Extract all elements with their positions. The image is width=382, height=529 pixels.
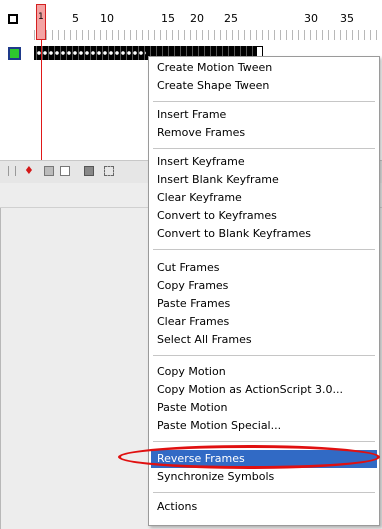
menu-copy-motion[interactable]: Copy Motion <box>157 363 375 381</box>
outline-square-icon[interactable] <box>8 14 18 24</box>
ruler-ticks <box>34 30 382 40</box>
menu-separator <box>153 492 375 493</box>
edit-multiple-frames-icon[interactable] <box>84 166 94 176</box>
menu-create-shape-tween[interactable]: Create Shape Tween <box>157 77 375 95</box>
menu-create-motion-tween[interactable]: Create Motion Tween <box>157 59 375 77</box>
annotation-ellipse <box>118 445 380 469</box>
timeline-ruler[interactable]: 1 5 10 15 20 25 30 35 <box>0 0 382 44</box>
menu-separator <box>153 249 375 250</box>
menu-convert-to-keyframes[interactable]: Convert to Keyframes <box>157 207 375 225</box>
menu-copy-frames[interactable]: Copy Frames <box>157 277 375 295</box>
menu-cut-frames[interactable]: Cut Frames <box>157 259 375 277</box>
playhead[interactable] <box>36 4 46 40</box>
ruler-label-25: 25 <box>224 12 238 25</box>
keyframe-dots <box>36 50 146 56</box>
onion-skin-outlines-icon[interactable] <box>60 166 70 176</box>
menu-insert-blank-keyframe[interactable]: Insert Blank Keyframe <box>157 171 375 189</box>
ruler-label-10: 10 <box>100 12 114 25</box>
grip-icon[interactable] <box>8 166 16 176</box>
menu-paste-frames[interactable]: Paste Frames <box>157 295 375 313</box>
menu-actions[interactable]: Actions <box>157 498 375 516</box>
menu-convert-to-blank-keyframes[interactable]: Convert to Blank Keyframes <box>157 225 375 243</box>
ruler-label-30: 30 <box>304 12 318 25</box>
menu-remove-frames[interactable]: Remove Frames <box>157 124 375 142</box>
menu-insert-keyframe[interactable]: Insert Keyframe <box>157 153 375 171</box>
menu-synchronize-symbols[interactable]: Synchronize Symbols <box>157 468 375 486</box>
menu-copy-motion-as-actionscript[interactable]: Copy Motion as ActionScript 3.0... <box>157 381 375 399</box>
ruler-label-20: 20 <box>190 12 204 25</box>
ruler-label-5: 5 <box>72 12 79 25</box>
ruler-label-35: 35 <box>340 12 354 25</box>
menu-paste-motion[interactable]: Paste Motion <box>157 399 375 417</box>
ruler-label-15: 15 <box>161 12 175 25</box>
menu-clear-keyframe[interactable]: Clear Keyframe <box>157 189 375 207</box>
menu-insert-frame[interactable]: Insert Frame <box>157 106 375 124</box>
menu-separator <box>153 355 375 356</box>
onion-skin-icon[interactable] <box>44 166 54 176</box>
menu-separator <box>153 441 375 442</box>
current-frame-label: 1 <box>38 12 44 22</box>
menu-separator <box>153 101 375 102</box>
menu-paste-motion-special[interactable]: Paste Motion Special... <box>157 417 375 435</box>
menu-select-all-frames[interactable]: Select All Frames <box>157 331 375 349</box>
center-frame-icon[interactable]: ♦ <box>24 165 34 176</box>
menu-separator <box>153 148 375 149</box>
menu-clear-frames[interactable]: Clear Frames <box>157 313 375 331</box>
playhead-line <box>41 40 42 161</box>
onion-markers-icon[interactable] <box>104 166 114 176</box>
layer-color-swatch-icon[interactable] <box>8 47 21 60</box>
